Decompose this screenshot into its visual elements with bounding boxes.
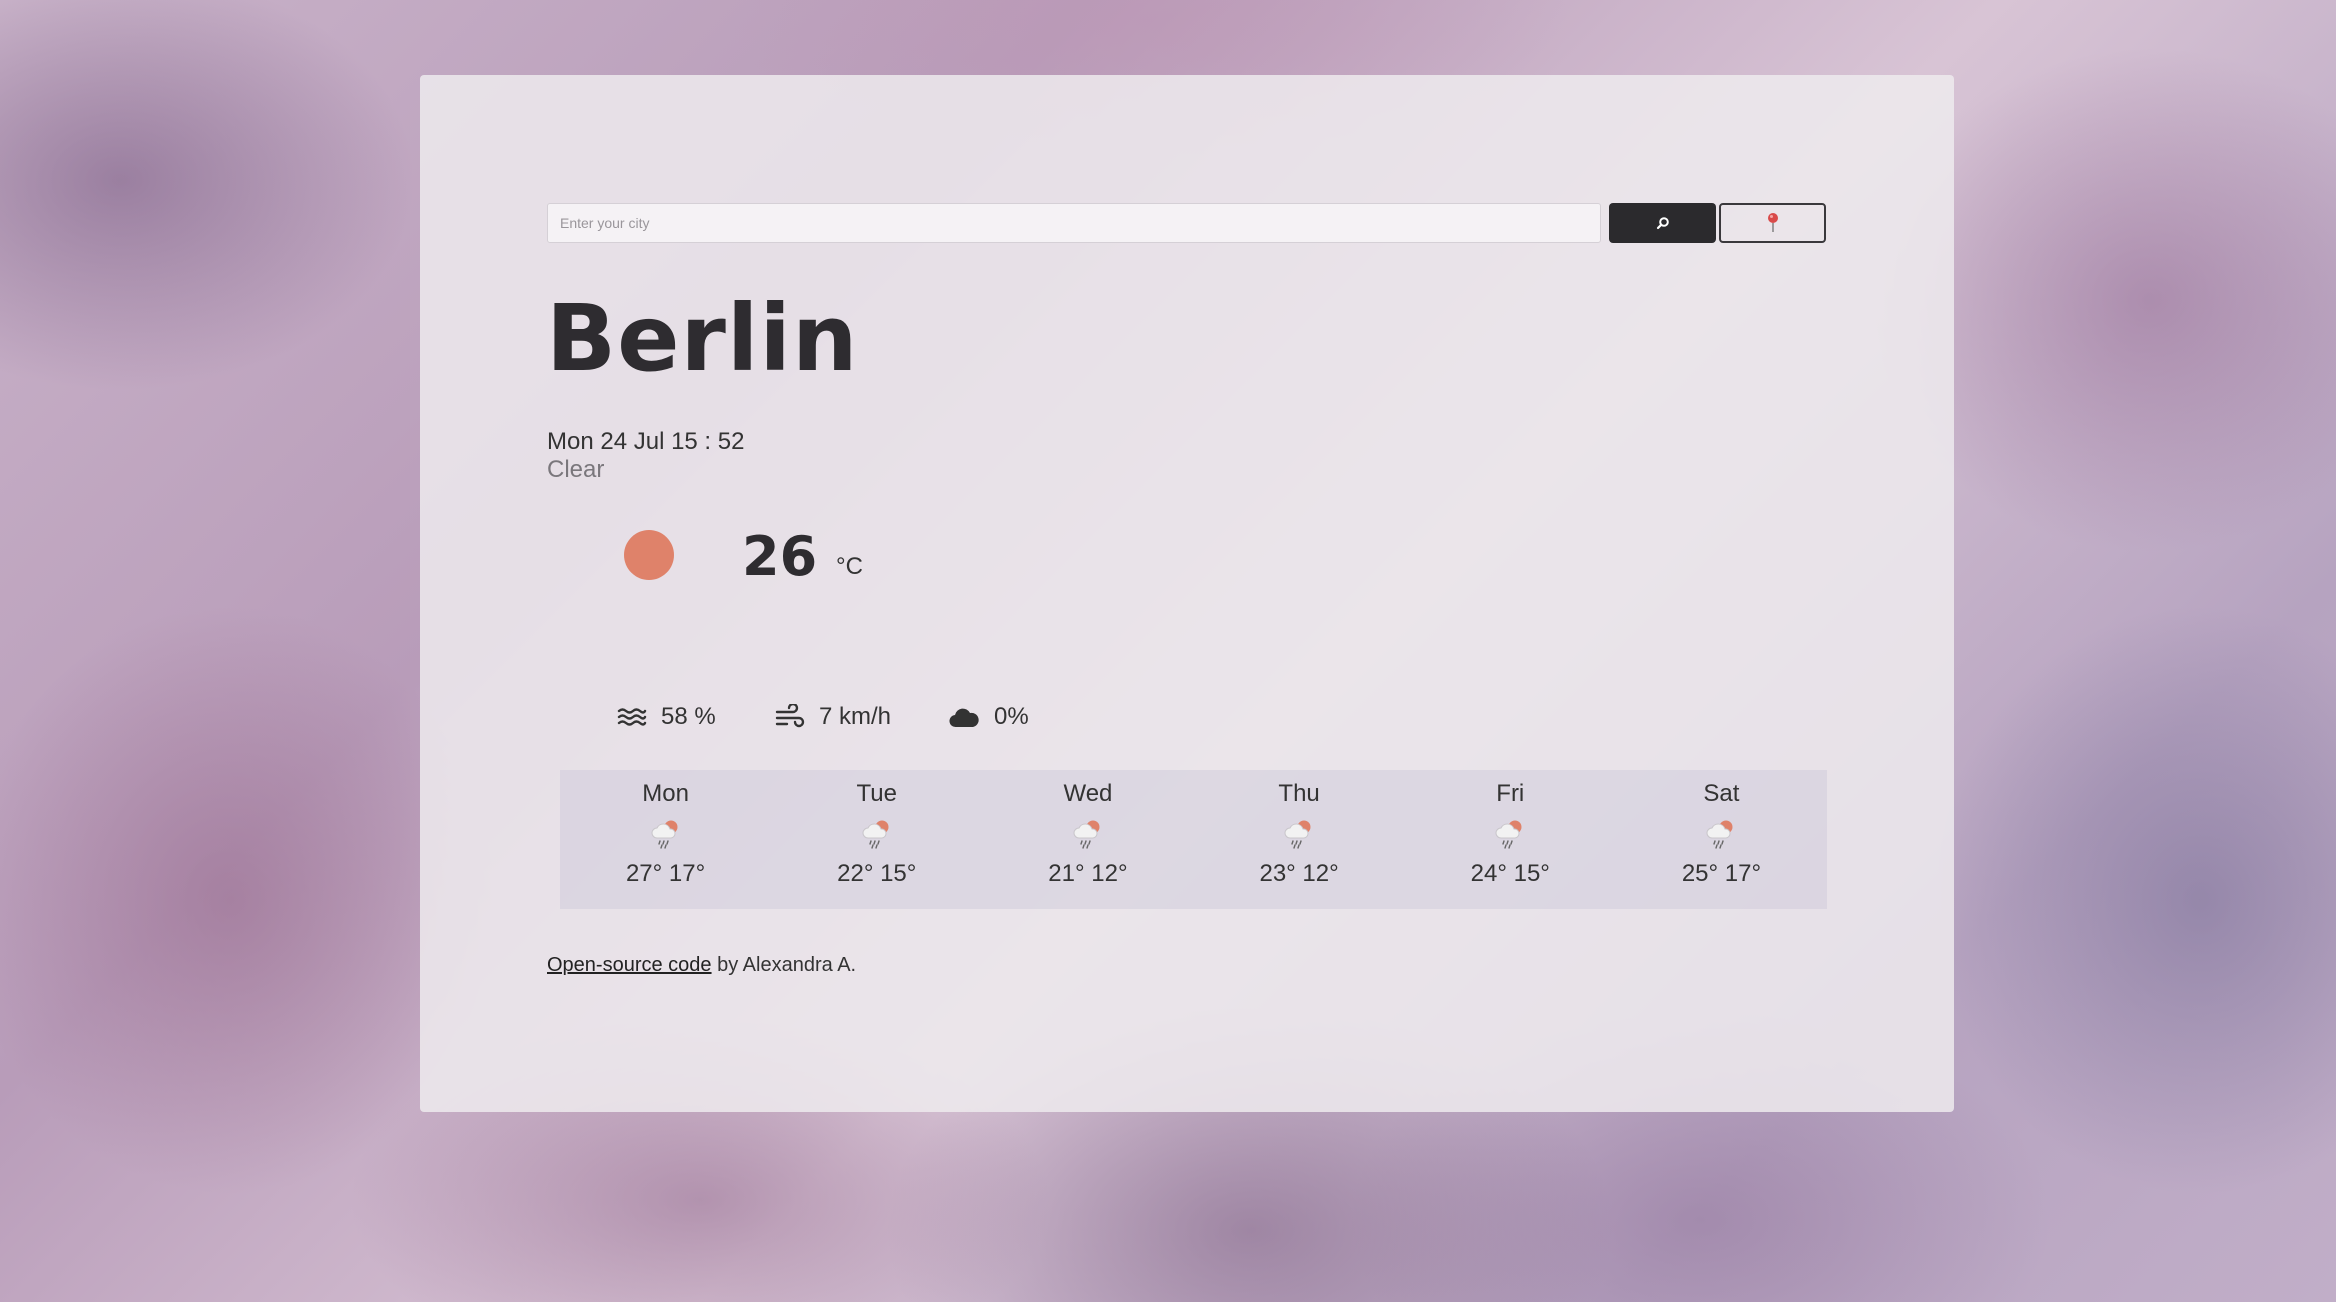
forecast-day-temps: 27° 17° (625, 860, 706, 887)
rain-sun-icon (1282, 816, 1316, 854)
forecast-day: Fri 24° 15° (1405, 770, 1616, 909)
humidity-value: 58 % (661, 703, 716, 730)
weather-stats: 58 % 7 km/h 0% (617, 700, 1029, 734)
temperature-unit: °C (836, 553, 863, 580)
forecast-day-temps: 25° 17° (1681, 860, 1762, 887)
forecast-day: Sat 25° 17° (1616, 770, 1827, 909)
cloud-icon (949, 708, 979, 728)
current-location-button[interactable] (1719, 203, 1826, 243)
weather-card: Berlin Mon 24 Jul 15 : 52 Clear 26 °C 58… (420, 75, 1954, 1112)
rain-sun-icon (649, 816, 683, 854)
clouds-value: 0% (994, 703, 1029, 730)
rain-sun-icon (1704, 816, 1738, 854)
forecast-day-temps: 21° 12° (1048, 860, 1128, 887)
rain-sun-icon (1493, 816, 1527, 854)
forecast-day: Mon 27° 17° (560, 770, 771, 909)
forecast-day-name: Fri (1496, 780, 1525, 807)
rain-sun-icon (1071, 816, 1105, 854)
rain-sun-icon (860, 816, 894, 854)
forecast-day-temps: 23° 12° (1259, 860, 1339, 887)
forecast-day-name: Wed (1063, 780, 1113, 807)
sun-icon (624, 530, 674, 580)
forecast-day-name: Mon (642, 780, 689, 807)
weather-description: Clear (547, 456, 605, 483)
forecast-strip: Mon 27° 17° Tue 22° 15° Wed 21° 12° Thu 23° 12°… (560, 770, 1827, 909)
humidity-icon (617, 708, 647, 726)
city-search-input[interactable] (547, 203, 1601, 243)
humidity-stat: 58 % (617, 703, 775, 731)
wind-stat: 7 km/h (775, 703, 948, 731)
footer-author: by Alexandra A. (711, 954, 857, 976)
search-form (547, 203, 1827, 243)
city-name: Berlin (546, 285, 859, 392)
location-pin-icon (1767, 213, 1778, 232)
forecast-day-name: Sat (1703, 780, 1740, 807)
clouds-stat: 0% (948, 703, 1029, 731)
forecast-day: Thu 23° 12° (1194, 770, 1405, 909)
forecast-day-temps: 22° 15° (837, 860, 917, 887)
current-datetime: Mon 24 Jul 15 : 52 (547, 428, 745, 455)
search-icon (1656, 217, 1669, 230)
search-button[interactable] (1609, 203, 1716, 243)
source-code-link[interactable]: Open-source code (547, 954, 712, 976)
forecast-day-name: Thu (1278, 780, 1320, 807)
wind-value: 7 km/h (819, 703, 892, 730)
forecast-day-name: Tue (856, 780, 897, 807)
footer: Open-source code by Alexandra A. (547, 954, 856, 977)
forecast-day-temps: 24° 15° (1470, 860, 1550, 887)
forecast-day: Wed 21° 12° (982, 770, 1193, 909)
forecast-day: Tue 22° 15° (771, 770, 982, 909)
wind-icon (775, 704, 805, 728)
current-temperature: 26 (742, 525, 818, 588)
